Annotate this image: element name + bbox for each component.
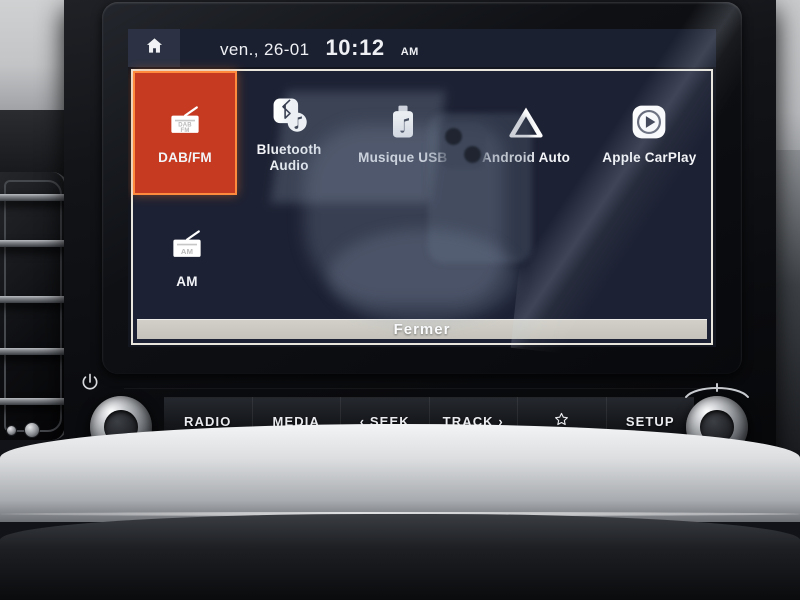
air-vent-slat: [0, 194, 65, 201]
close-dialog-label: Fermer: [393, 320, 451, 338]
status-time: 10:12: [325, 35, 385, 60]
source-tile-android-auto[interactable]: Android Auto: [464, 71, 587, 195]
dashboard-trim-bottom-silver: [0, 424, 800, 522]
source-tile-label: Musique USB: [358, 149, 448, 165]
source-tile-label: Bluetooth Audio: [256, 142, 322, 173]
source-tile-am[interactable]: AM AM: [133, 195, 241, 319]
home-icon: [145, 36, 164, 60]
source-tile-row: DAB FM DAB/FM Bluetooth Audio Musique US…: [133, 71, 711, 195]
source-tile-label: AM: [176, 273, 198, 289]
air-vent-knob[interactable]: [6, 424, 17, 436]
air-vent-slat: [0, 296, 65, 303]
close-dialog-button[interactable]: Fermer: [137, 319, 707, 339]
air-vent-knob[interactable]: [24, 422, 40, 438]
source-tile-bluetooth-audio[interactable]: Bluetooth Audio: [237, 71, 341, 195]
unit-seam: [124, 388, 724, 389]
power-icon: [80, 372, 100, 392]
dashboard-scene: ven., 26-01 10:12 AM DAB FM DAB/FM Bluet…: [0, 0, 800, 600]
source-tile-label: DAB/FM: [158, 149, 212, 165]
apple-carplay-icon: [629, 101, 669, 143]
radio-am-icon: AM: [167, 225, 207, 267]
source-select-dialog: DAB FM DAB/FM Bluetooth Audio Musique US…: [131, 69, 713, 345]
status-datetime: ven., 26-01 10:12 AM: [180, 35, 716, 61]
bluetooth-audio-icon: [269, 93, 309, 135]
air-vent-slat: [0, 240, 65, 247]
status-date: ven., 26-01: [220, 40, 310, 59]
status-bar: ven., 26-01 10:12 AM: [128, 29, 716, 67]
source-tile-musique-usb[interactable]: Musique USB: [341, 71, 464, 195]
source-tile-label: Android Auto: [481, 149, 571, 165]
source-tile-label: Apple CarPlay: [602, 149, 697, 165]
air-vent-controls[interactable]: [6, 422, 40, 438]
usb-music-icon: [383, 101, 423, 143]
source-tile-apple-carplay[interactable]: Apple CarPlay: [588, 71, 711, 195]
air-vent-frame: [4, 180, 62, 432]
dashboard-trim-bottom-dark: [0, 514, 800, 600]
status-ampm: AM: [400, 46, 419, 58]
air-vent: [0, 172, 68, 440]
source-tile-row: AM AM: [133, 195, 711, 319]
air-vent-slat: [0, 398, 65, 405]
android-auto-icon: [506, 101, 546, 143]
home-button[interactable]: [128, 29, 180, 67]
radio-dabfm-icon: DAB FM: [165, 101, 205, 143]
svg-text:AM: AM: [181, 247, 193, 256]
touchscreen-display[interactable]: ven., 26-01 10:12 AM DAB FM DAB/FM Bluet…: [128, 29, 716, 347]
display-bezel: ven., 26-01 10:12 AM DAB FM DAB/FM Bluet…: [102, 2, 742, 374]
source-tile-grid: DAB FM DAB/FM Bluetooth Audio Musique US…: [133, 71, 711, 319]
head-unit: ven., 26-01 10:12 AM DAB FM DAB/FM Bluet…: [64, 0, 776, 478]
air-vent-slat: [0, 348, 65, 355]
svg-text:FM: FM: [181, 128, 190, 134]
source-tile-dabfm[interactable]: DAB FM DAB/FM: [133, 71, 238, 195]
